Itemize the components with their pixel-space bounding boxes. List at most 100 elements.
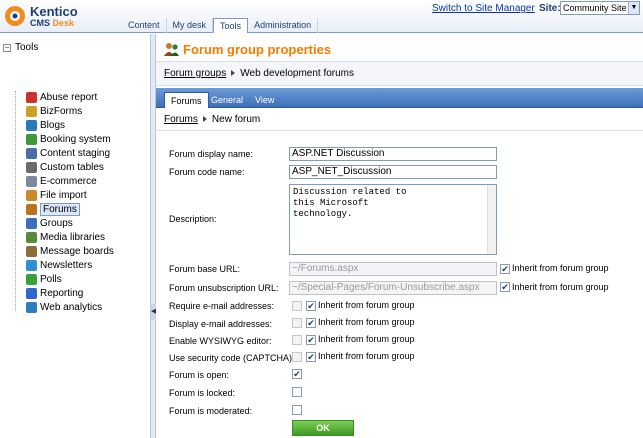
tree-item-media-libraries[interactable]: Media libraries [26, 231, 105, 244]
wysiwyg-inherit-label: Inherit from forum group [318, 334, 415, 344]
kentico-logo: Kentico CMS Desk [4, 3, 124, 29]
logo-text-desk: Desk [52, 18, 75, 28]
tree-item-newsletters[interactable]: Newsletters [26, 259, 92, 272]
unsub-url-input[interactable]: ~/Special-Pages/Forum-Unsubscribe.aspx [289, 281, 497, 295]
switch-to-site-manager-link[interactable]: Switch to Site Manager [432, 3, 535, 14]
description-scrollbar[interactable] [487, 185, 496, 254]
tree-item-web-analytics[interactable]: Web analytics [26, 301, 102, 314]
is-locked-checkbox[interactable] [292, 387, 302, 397]
tree-item-label: BizForms [40, 106, 83, 117]
tree-item-label: Newsletters [40, 260, 93, 271]
tree-item-message-boards[interactable]: Message boards [26, 245, 114, 258]
main-panel: Forum group properties Forum groups Web … [156, 34, 643, 438]
staging-icon [26, 148, 37, 159]
wysiwyg-label: Enable WYSIWYG editor: [169, 336, 272, 346]
web-analytics-icon [26, 302, 37, 313]
main-tabs: Content My desk Tools Administration [122, 18, 319, 33]
custom-tables-icon [26, 162, 37, 173]
code-name-input[interactable]: ASP_NET_Discussion [289, 165, 497, 179]
tab-administration[interactable]: Administration [248, 18, 319, 33]
wysiwyg-row: Enable WYSIWYG editor: [169, 334, 272, 348]
require-email-checkbox[interactable] [292, 301, 302, 311]
booking-icon [26, 134, 37, 145]
display-email-inherit-checkbox[interactable]: ✔ [306, 318, 316, 328]
tab-forums[interactable]: Forums [164, 92, 209, 108]
sub-breadcrumb-forums-link[interactable]: Forums [164, 114, 198, 125]
unsub-url-inherit-label: Inherit from forum group [512, 282, 609, 292]
is-open-checkbox[interactable]: ✔ [292, 369, 302, 379]
description-value: Discussion related to this Microsoft tec… [293, 187, 407, 219]
is-moderated-checkbox[interactable] [292, 405, 302, 415]
code-name-value: ASP_NET_Discussion [292, 166, 392, 177]
display-email-row: Display e-mail addresses: [169, 317, 272, 331]
display-email-label: Display e-mail addresses: [169, 319, 273, 329]
collapse-icon[interactable]: − [3, 43, 11, 52]
site-label: Site: [539, 3, 561, 14]
captcha-checkbox[interactable] [292, 352, 302, 362]
tree-item-blogs[interactable]: Blogs [26, 119, 65, 132]
reporting-icon [26, 288, 37, 299]
tree-item-label: Booking system [40, 134, 111, 145]
tree-item-custom-tables[interactable]: Custom tables [26, 161, 104, 174]
tools-tree: − Tools Abuse report BizForms Blogs Booking… [0, 34, 150, 438]
forum-group-icon [164, 43, 179, 56]
captcha-inherit-checkbox[interactable]: ✔ [306, 352, 316, 362]
require-email-inherit-checkbox[interactable]: ✔ [306, 301, 316, 311]
tree-connector [15, 91, 16, 311]
sub-breadcrumb-arrow-icon [202, 116, 207, 122]
tree-item-groups[interactable]: Groups [26, 217, 73, 230]
unsub-url-label: Forum unsubscription URL: [169, 283, 279, 293]
breadcrumb-arrow-icon [231, 70, 236, 76]
blogs-icon [26, 120, 37, 131]
tab-content[interactable]: Content [122, 18, 167, 33]
tree-item-booking-system[interactable]: Booking system [26, 133, 111, 146]
tree-item-reporting[interactable]: Reporting [26, 287, 83, 300]
tree-item-label: Media libraries [40, 232, 106, 243]
logo-text-cmsdesk: CMS Desk [30, 18, 74, 28]
breadcrumb-forum-groups-link[interactable]: Forum groups [164, 68, 226, 79]
tree-item-label: Message boards [40, 246, 114, 257]
tree-item-file-import[interactable]: File import [26, 189, 87, 202]
sub-breadcrumb: Forums New forum [156, 109, 643, 131]
display-email-checkbox[interactable] [292, 318, 302, 328]
tree-item-label: Web analytics [40, 302, 103, 313]
base-url-inherit-label: Inherit from forum group [512, 263, 609, 273]
tree-item-polls[interactable]: Polls [26, 273, 62, 286]
tree-item-e-commerce[interactable]: E-commerce [26, 175, 97, 188]
tree-root-label: Tools [15, 42, 39, 53]
site-select[interactable]: Community Site ▼ [560, 1, 640, 15]
tree-item-label: Groups [40, 218, 73, 229]
tab-tools[interactable]: Tools [213, 18, 249, 33]
captcha-row: Use security code (CAPTCHA): [169, 351, 295, 365]
wysiwyg-checkbox[interactable] [292, 335, 302, 345]
tree-item-bizforms[interactable]: BizForms [26, 105, 82, 118]
tab-general[interactable]: General [205, 92, 249, 108]
description-label: Description: [169, 214, 217, 224]
unsub-url-inherit-checkbox[interactable]: ✔ [500, 282, 510, 292]
tree-item-abuse-report[interactable]: Abuse report [26, 91, 97, 104]
tree-root-tools[interactable]: − Tools [3, 42, 38, 53]
newsletters-icon [26, 260, 37, 271]
display-name-input[interactable]: ASP.NET Discussion [289, 147, 497, 161]
base-url-inherit-checkbox[interactable]: ✔ [500, 264, 510, 274]
tree-item-label: Abuse report [40, 92, 98, 103]
code-name-row: Forum code name: [169, 165, 245, 179]
display-email-inherit-label: Inherit from forum group [318, 317, 415, 327]
is-moderated-label: Forum is moderated: [169, 406, 253, 416]
tab-view[interactable]: View [249, 92, 280, 108]
sub-breadcrumb-current: New forum [211, 114, 261, 125]
is-locked-label: Forum is locked: [169, 388, 236, 398]
groups-icon [26, 218, 37, 229]
unsub-url-value: ~/Special-Pages/Forum-Unsubscribe.aspx [292, 282, 480, 293]
chevron-down-icon: ▼ [628, 2, 639, 14]
display-name-label: Forum display name: [169, 149, 254, 159]
wysiwyg-inherit-checkbox[interactable]: ✔ [306, 335, 316, 345]
logo-text-kentico: Kentico [30, 4, 78, 19]
tab-my-desk[interactable]: My desk [167, 18, 214, 33]
base-url-input[interactable]: ~/Forums.aspx [289, 262, 497, 276]
tree-item-content-staging[interactable]: Content staging [26, 147, 110, 160]
ok-button[interactable]: OK [292, 420, 354, 436]
tree-item-forums[interactable]: Forums [26, 203, 80, 216]
is-open-row: Forum is open: [169, 368, 229, 382]
description-textarea[interactable]: Discussion related to this Microsoft tec… [289, 184, 497, 255]
